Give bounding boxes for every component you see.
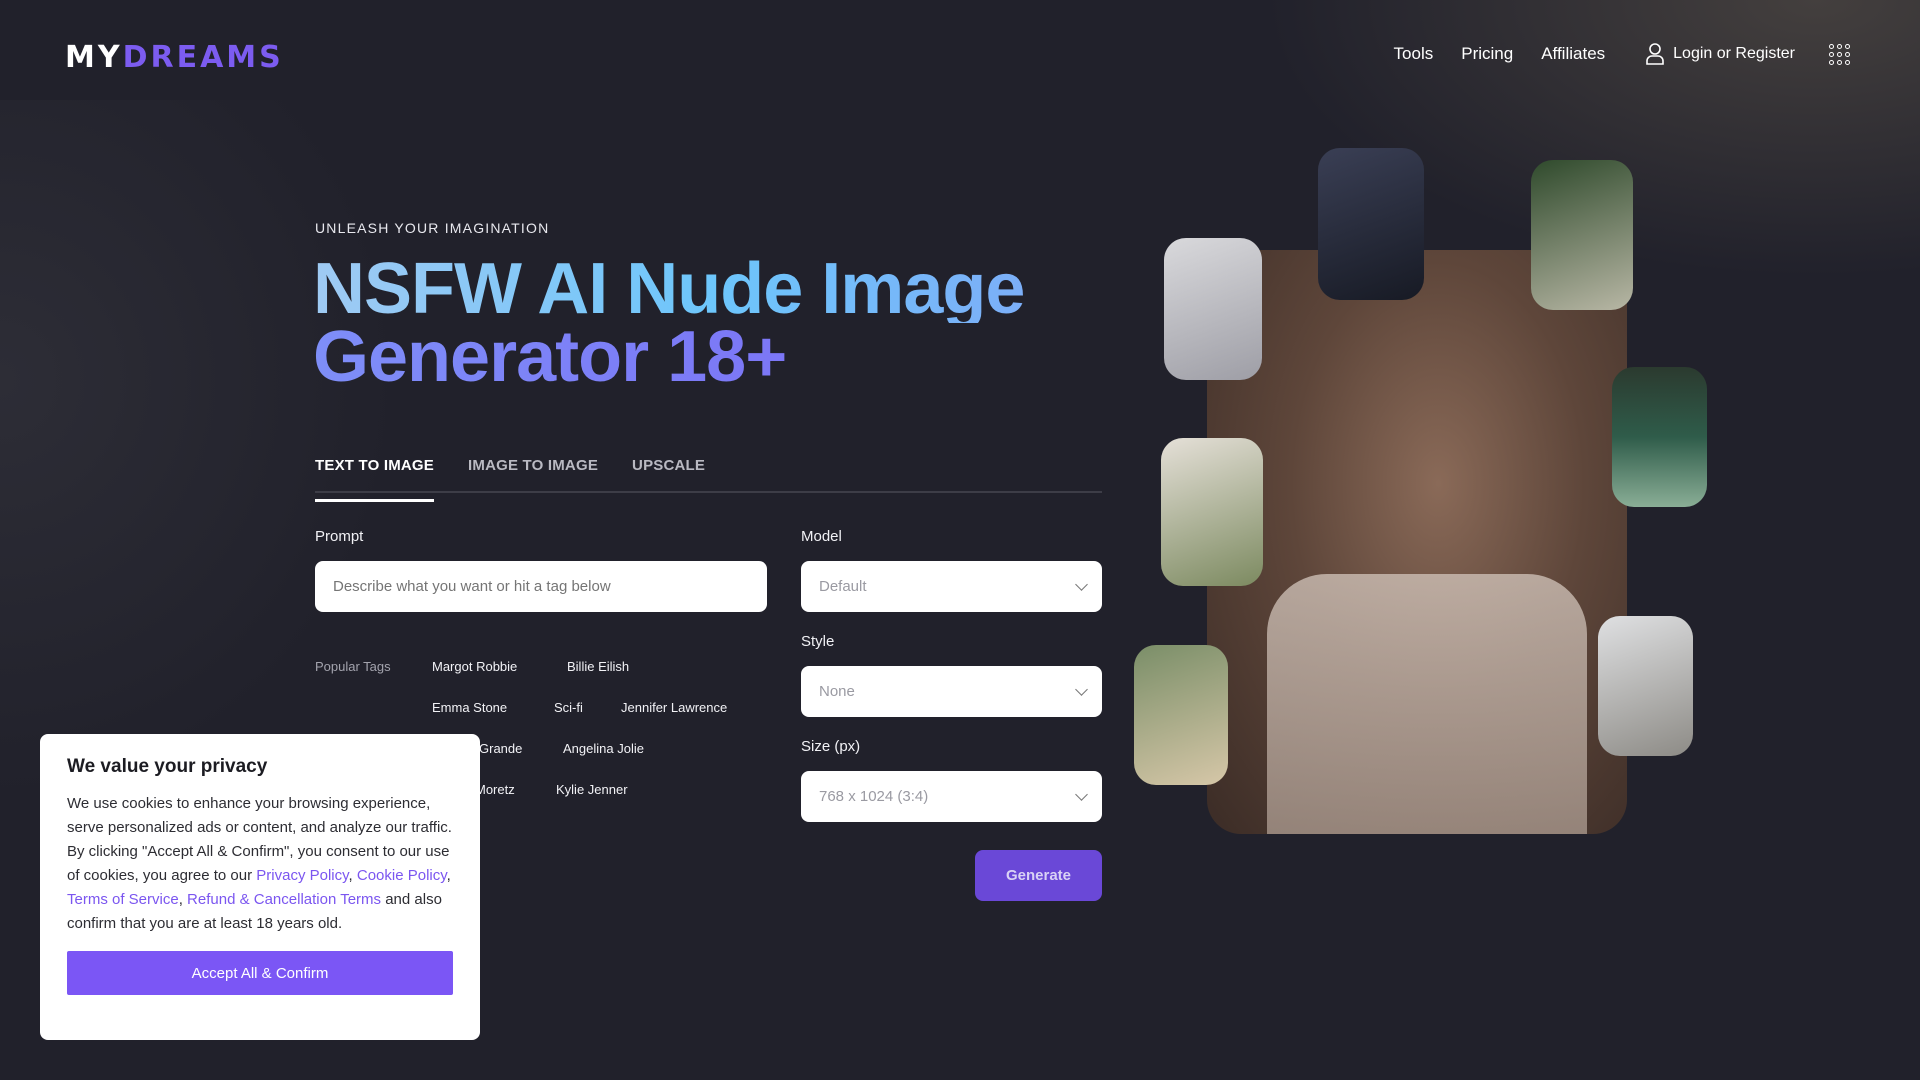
model-value: Default (819, 578, 867, 595)
refund-terms-link[interactable]: Refund & Cancellation Terms (187, 891, 381, 908)
style-label: Style (801, 633, 835, 650)
gallery-thumbnail (1612, 367, 1707, 507)
top-nav: Tools Pricing Affiliates Login or Regist… (1394, 42, 1850, 66)
gallery-thumbnail (1134, 645, 1228, 785)
size-select[interactable]: 768 x 1024 (3:4) (801, 771, 1102, 822)
nav-tools[interactable]: Tools (1394, 44, 1434, 64)
apps-grid-icon[interactable] (1829, 43, 1850, 65)
tag-chip[interactable]: Grande (479, 741, 522, 756)
gallery-thumbnail (1164, 238, 1262, 380)
logo[interactable]: MYDREAMS (65, 40, 284, 75)
tag-chip[interactable]: Jennifer Lawrence (621, 700, 727, 715)
privacy-policy-link[interactable]: Privacy Policy (256, 867, 348, 884)
tag-chip[interactable]: Margot Robbie (432, 659, 517, 674)
chevron-down-icon (1075, 682, 1088, 696)
user-icon (1646, 43, 1664, 65)
model-select[interactable]: Default (801, 561, 1102, 612)
chevron-down-icon (1075, 577, 1088, 591)
logo-dreams: DREAMS (122, 40, 284, 75)
tab-text-to-image[interactable]: TEXT TO IMAGE (315, 455, 434, 502)
model-label: Model (801, 528, 842, 545)
tag-chip[interactable]: Sci-fi (554, 700, 583, 715)
main-generated-image (1207, 250, 1627, 834)
size-value: 768 x 1024 (3:4) (819, 788, 929, 805)
cookie-consent-dialog: We value your privacy We use cookies to … (40, 734, 480, 1040)
gallery-thumbnail (1531, 160, 1633, 310)
logo-my: MY (65, 40, 123, 75)
accept-all-button[interactable]: Accept All & Confirm (67, 951, 453, 995)
title-line-1: NSFW AI Nude Image (313, 253, 1113, 325)
separator: , (446, 867, 451, 884)
cookie-title: We value your privacy (67, 756, 268, 777)
cookie-text: We use cookies to enhance your browsing … (67, 792, 453, 936)
login-label: Login or Register (1673, 45, 1795, 62)
title-line-2: Generator 18+ (313, 321, 1113, 393)
tab-image-to-image[interactable]: IMAGE TO IMAGE (468, 455, 598, 491)
separator: , (348, 867, 357, 884)
gallery-thumbnail (1318, 148, 1424, 300)
page-title: NSFW AI Nude Image Generator 18+ (313, 253, 1113, 393)
tag-chip[interactable]: Moretz (475, 782, 515, 797)
size-label: Size (px) (801, 738, 861, 755)
gallery-thumbnail (1161, 438, 1263, 586)
chevron-down-icon (1075, 787, 1088, 801)
tag-chip[interactable]: Emma Stone (432, 700, 507, 715)
generate-button[interactable]: Generate (975, 850, 1102, 901)
login-register-link[interactable]: Login or Register (1645, 42, 1795, 66)
style-select[interactable]: None (801, 666, 1102, 717)
popular-tags-label: Popular Tags (315, 659, 391, 674)
hero-eyebrow: UNLEASH YOUR IMAGINATION (315, 220, 550, 236)
tab-upscale[interactable]: UPSCALE (632, 455, 705, 491)
tag-chip[interactable]: Billie Eilish (567, 659, 629, 674)
gallery-thumbnail (1598, 616, 1693, 756)
nav-pricing[interactable]: Pricing (1461, 44, 1513, 64)
prompt-label: Prompt (315, 528, 364, 545)
tag-chip[interactable]: Kylie Jenner (556, 782, 628, 797)
cookie-policy-link[interactable]: Cookie Policy (357, 867, 447, 884)
nav-affiliates[interactable]: Affiliates (1541, 44, 1605, 64)
style-value: None (819, 683, 855, 700)
mode-tabs: TEXT TO IMAGE IMAGE TO IMAGE UPSCALE (315, 455, 1102, 502)
tag-chip[interactable]: Angelina Jolie (563, 741, 644, 756)
terms-of-service-link[interactable]: Terms of Service (67, 891, 179, 908)
separator: , (178, 891, 188, 908)
background-shade (0, 100, 400, 800)
prompt-input[interactable] (315, 561, 767, 612)
